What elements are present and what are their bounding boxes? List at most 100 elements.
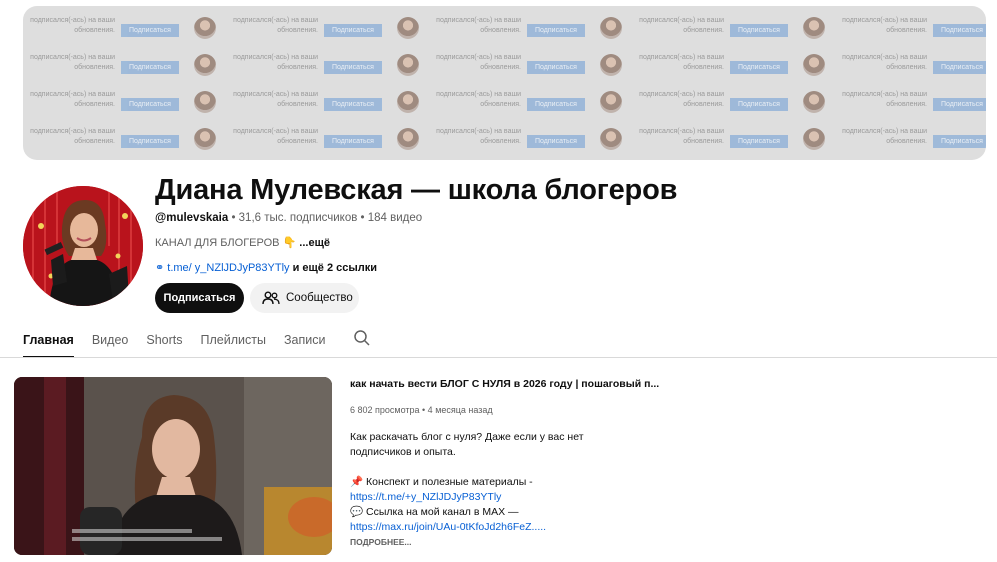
banner-follow-button: Подписаться (933, 98, 986, 111)
banner-follow-button: Подписаться (121, 135, 179, 148)
banner-follow-item: подписался(-ась) на ваши обновления. Подп… (632, 10, 835, 47)
channel-links[interactable]: ⚭ t.me/ y_NZlJDJyP83YTly и ещё 2 ссылки (155, 261, 377, 274)
banner-follow-button: Подписаться (730, 24, 788, 37)
video-thumbnail[interactable] (14, 377, 332, 555)
tabs-divider (0, 357, 997, 358)
video-description: Как раскачать блог с нуля? Даже если у в… (350, 430, 610, 535)
desc-line: Как раскачать блог с нуля? Даже если у в… (350, 431, 584, 443)
banner-follow-text: подписался(-ась) на ваши обновления. (639, 128, 724, 145)
banner-follow-item: подписался(-ась) на ваши обновления. Подп… (632, 47, 835, 84)
banner-follow-text: подписался(-ась) на ваши обновления. (233, 17, 318, 34)
banner-follow-item: подписался(-ась) на ваши обновления. Подп… (23, 121, 226, 158)
channel-tabs: Главная Видео Shorts Плейлисты Записи (23, 329, 371, 358)
banner-follow-item: подписался(-ась) на ваши обновления. Подп… (23, 10, 226, 47)
desc-telegram-link[interactable]: https://t.me/+y_NZlJDJyP83YTly (350, 490, 610, 505)
banner-follow-text: подписался(-ась) на ваши обновления. (436, 128, 521, 145)
banner-follow-button: Подписаться (527, 24, 585, 37)
banner-follow-item: подписался(-ась) на ваши обновления. Подп… (835, 121, 986, 158)
channel-link[interactable]: t.me/ y_NZlJDJyP83YTly (167, 262, 289, 274)
show-more-button[interactable]: ПОДРОБНЕЕ... (350, 537, 412, 547)
banner-avatar (194, 54, 216, 76)
banner-follow-button: Подписаться (121, 98, 179, 111)
banner-follow-item: подписался(-ась) на ваши обновления. Подп… (835, 10, 986, 47)
banner-avatar (397, 91, 419, 113)
banner-follow-button: Подписаться (324, 24, 382, 37)
banner-follow-button: Подписаться (730, 98, 788, 111)
banner-avatar (600, 128, 622, 150)
channel-description[interactable]: КАНАЛ ДЛЯ БЛОГЕРОВ 👇 ...ещё (155, 236, 330, 249)
desc-line: 📌 Конспект и полезные материалы - (350, 476, 533, 488)
banner-follow-button: Подписаться (324, 98, 382, 111)
description-more[interactable]: ...ещё (296, 237, 330, 249)
banner-follow-button: Подписаться (527, 135, 585, 148)
banner-follow-item: подписался(-ась) на ваши обновления. Подп… (632, 121, 835, 158)
tab-videos[interactable]: Видео (92, 331, 129, 355)
link-icon: ⚭ (155, 262, 165, 274)
banner-follow-button: Подписаться (324, 61, 382, 74)
banner-follow-button: Подписаться (121, 24, 179, 37)
tab-home[interactable]: Главная (23, 331, 74, 358)
banner-follow-text: подписался(-ась) на ваши обновления. (30, 54, 115, 71)
video-meta: 6 802 просмотра • 4 месяца назад (350, 405, 493, 415)
banner-avatar (397, 17, 419, 39)
tab-posts[interactable]: Записи (284, 331, 326, 355)
banner-avatar (803, 17, 825, 39)
banner-follow-text: подписался(-ась) на ваши обновления. (639, 54, 724, 71)
banner-avatar (600, 17, 622, 39)
tab-playlists[interactable]: Плейлисты (201, 331, 266, 355)
channel-meta: @mulevskaia • 31,6 тыс. подписчиков • 18… (155, 212, 422, 224)
banner-follow-item: подписался(-ась) на ваши обновления. Подп… (226, 121, 429, 158)
banner-follow-button: Подписаться (324, 135, 382, 148)
banner-follow-item: подписался(-ась) на ваши обновления. Подп… (835, 47, 986, 84)
banner-follow-item: подписался(-ась) на ваши обновления. Подп… (429, 121, 632, 158)
banner-avatar (600, 91, 622, 113)
banner-follow-item: подписался(-ась) на ваши обновления. Подп… (835, 84, 986, 121)
banner-follow-text: подписался(-ась) на ваши обновления. (233, 54, 318, 71)
banner-avatar (194, 91, 216, 113)
banner-follow-text: подписался(-ась) на ваши обновления. (842, 128, 927, 145)
banner-avatar (397, 54, 419, 76)
tab-shorts[interactable]: Shorts (146, 331, 182, 355)
video-title[interactable]: как начать вести БЛОГ С НУЛЯ в 2026 году… (350, 378, 659, 390)
banner-follow-item: подписался(-ась) на ваши обновления. Подп… (226, 84, 429, 121)
community-button[interactable]: Сообщество (250, 283, 359, 313)
banner-follow-button: Подписаться (730, 135, 788, 148)
subscribe-button[interactable]: Подписаться (155, 283, 244, 313)
banner-follow-text: подписался(-ась) на ваши обновления. (30, 91, 115, 108)
banner-follow-button: Подписаться (933, 24, 986, 37)
desc-line: 💬 Ссылка на мой канал в MAX — (350, 506, 519, 518)
banner-follow-text: подписался(-ась) на ваши обновления. (842, 17, 927, 34)
channel-stats: • 31,6 тыс. подписчиков • 184 видео (231, 212, 423, 224)
banner-avatar (194, 17, 216, 39)
banner-follow-button: Подписаться (933, 135, 986, 148)
desc-max-link[interactable]: https://max.ru/join/UAu-0tKfoJd2h6FeZ...… (350, 520, 610, 535)
channel-avatar[interactable] (23, 186, 143, 306)
banner-avatar (803, 91, 825, 113)
banner-follow-item: подписался(-ась) на ваши обновления. Подп… (226, 10, 429, 47)
channel-banner: подписался(-ась) на ваши обновления. Подп… (23, 6, 986, 160)
more-links[interactable]: и ещё 2 ссылки (290, 262, 377, 274)
description-text: КАНАЛ ДЛЯ БЛОГЕРОВ 👇 (155, 237, 297, 249)
banner-avatar (194, 128, 216, 150)
channel-name: Диана Мулевская — школа блогеров (155, 174, 678, 206)
desc-line: подписчиков и опыта. (350, 446, 456, 458)
banner-follow-text: подписался(-ась) на ваши обновления. (30, 17, 115, 34)
banner-avatar (803, 54, 825, 76)
banner-follow-item: подписался(-ась) на ваши обновления. Подп… (632, 84, 835, 121)
banner-follow-item: подписался(-ась) на ваши обновления. Подп… (226, 47, 429, 84)
people-icon (262, 291, 280, 305)
banner-pattern: подписался(-ась) на ваши обновления. Подп… (23, 6, 986, 158)
avatar-photo (23, 186, 143, 306)
banner-follow-text: подписался(-ась) на ваши обновления. (436, 17, 521, 34)
banner-avatar (397, 128, 419, 150)
banner-follow-text: подписался(-ась) на ваши обновления. (30, 128, 115, 145)
banner-follow-text: подписался(-ась) на ваши обновления. (436, 54, 521, 71)
thumbnail-image (14, 377, 332, 555)
search-icon[interactable] (353, 329, 371, 352)
banner-follow-text: подписался(-ась) на ваши обновления. (436, 91, 521, 108)
banner-follow-button: Подписаться (730, 61, 788, 74)
banner-avatar (600, 54, 622, 76)
channel-handle: @mulevskaia (155, 212, 229, 224)
banner-follow-text: подписался(-ась) на ваши обновления. (842, 54, 927, 71)
banner-follow-button: Подписаться (933, 61, 986, 74)
